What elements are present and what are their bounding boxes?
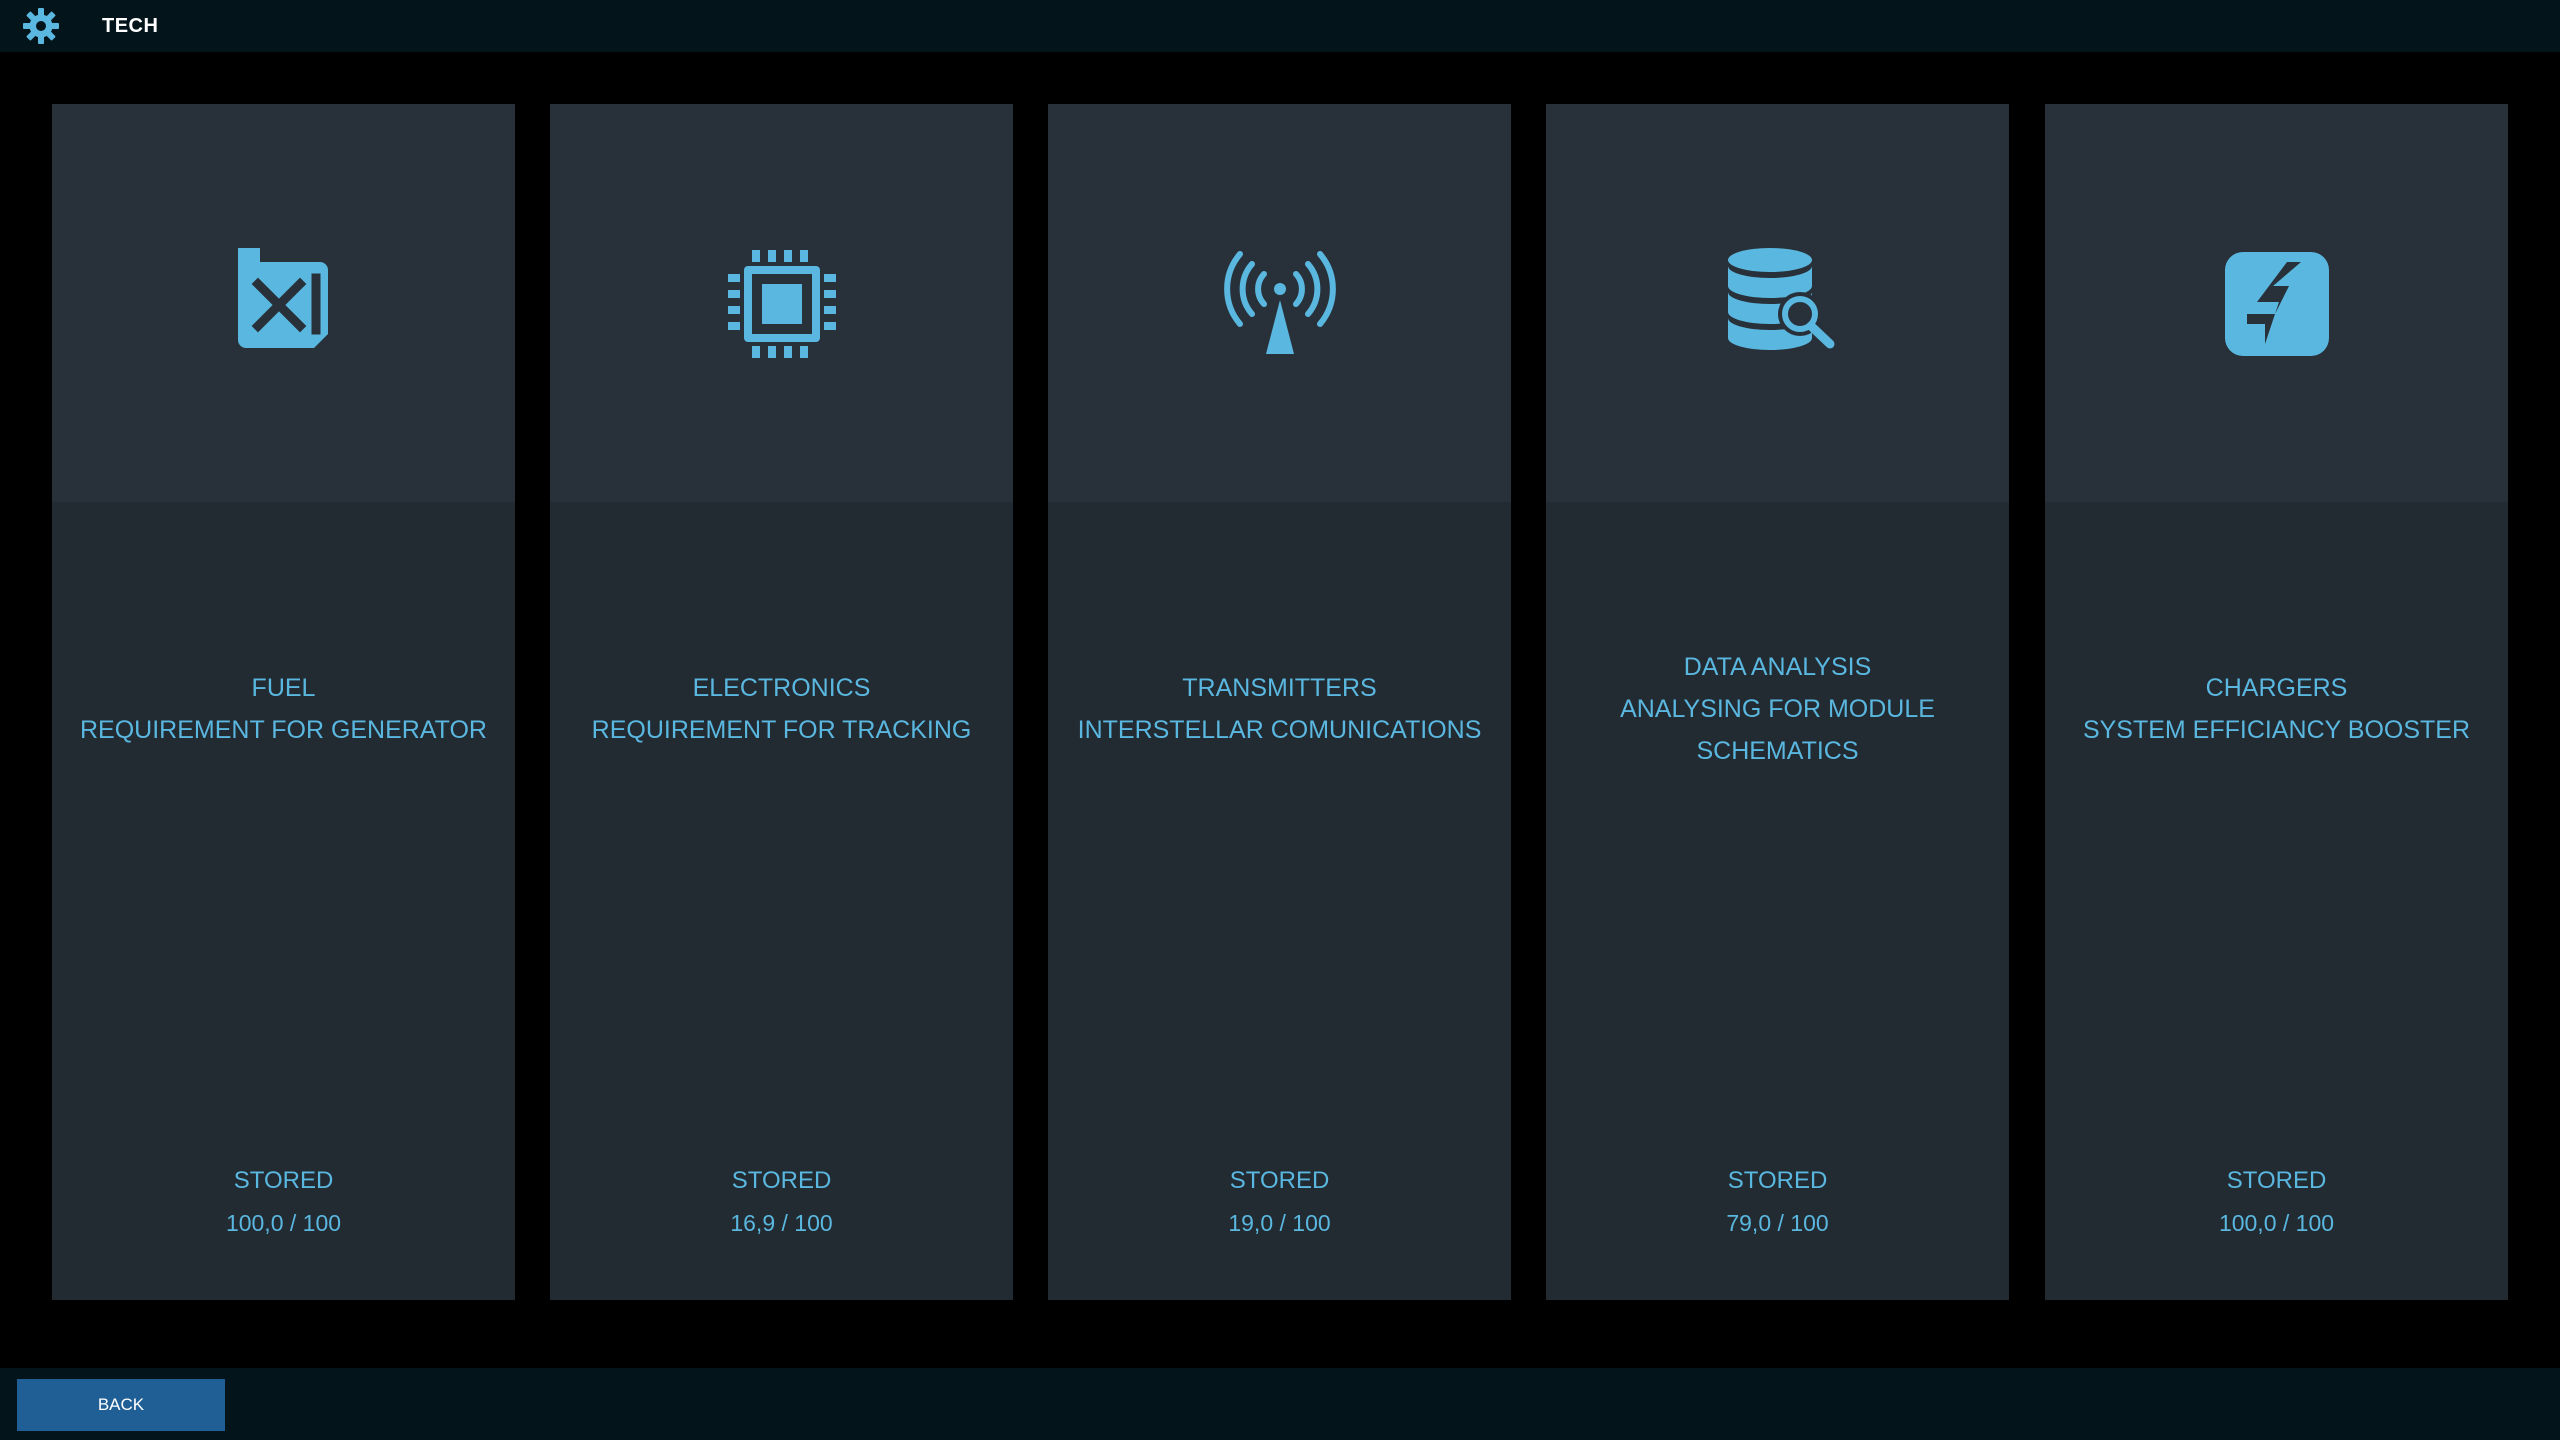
card-title: FUEL [251, 674, 316, 702]
card-icon-area [1546, 104, 2009, 502]
tech-card-transmitters[interactable]: TRANSMITTERS INTERSTELLAR COMUNICATIONS … [1048, 104, 1511, 1300]
card-label: ELECTRONICS REQUIREMENT FOR TRACKING [550, 604, 1013, 814]
bottom-bar: BACK [0, 1368, 2560, 1440]
card-subtitle: INTERSTELLAR COMUNICATIONS [1077, 716, 1482, 744]
stored-label: STORED [233, 1167, 334, 1194]
card-label: TRANSMITTERS INTERSTELLAR COMUNICATIONS [1048, 604, 1511, 814]
card-title: ELECTRONICS [692, 674, 871, 702]
fuel-can-icon [237, 248, 328, 348]
tech-card-data-analysis[interactable]: DATA ANALYSIS ANALYSING FOR MODULE SCHEM… [1546, 104, 2009, 1300]
stored-amount: 100,0 / 100 [2218, 1210, 2335, 1236]
chip-icon [727, 250, 836, 358]
top-bar: TECH [0, 0, 2560, 52]
database-search-icon [1727, 248, 1834, 350]
stored-label: STORED [731, 1167, 832, 1194]
stored-amount: 16,9 / 100 [730, 1210, 833, 1236]
tech-cards: FUEL REQUIREMENT FOR GENERATOR STORED 10… [52, 104, 2508, 1300]
card-subtitle: REQUIREMENT FOR GENERATOR [80, 716, 487, 744]
card-icon-area [52, 104, 515, 502]
antenna-icon [1223, 251, 1336, 354]
tech-card-fuel[interactable]: FUEL REQUIREMENT FOR GENERATOR STORED 10… [52, 104, 515, 1300]
card-subtitle: SYSTEM EFFICIANCY BOOSTER [2082, 716, 2471, 744]
tech-card-chargers[interactable]: CHARGERS SYSTEM EFFICIANCY BOOSTER STORE… [2045, 104, 2508, 1300]
card-title: DATA ANALYSIS [1683, 653, 1872, 681]
stored-amount: 19,0 / 100 [1228, 1210, 1331, 1236]
card-subtitle: ANALYSING FOR MODULE [1620, 695, 1935, 723]
gear-icon[interactable] [22, 7, 60, 45]
card-subtitle-2: SCHEMATICS [1696, 737, 1859, 765]
page-title: TECH [102, 14, 159, 37]
card-label: DATA ANALYSIS ANALYSING FOR MODULE SCHEM… [1546, 604, 2009, 814]
stored-label: STORED [2226, 1167, 2327, 1194]
card-label: FUEL REQUIREMENT FOR GENERATOR [52, 604, 515, 814]
card-icon-area [550, 104, 1013, 502]
tech-card-electronics[interactable]: ELECTRONICS REQUIREMENT FOR TRACKING STO… [550, 104, 1013, 1300]
charger-icon [2224, 252, 2329, 356]
card-title: CHARGERS [2205, 674, 2348, 702]
stored-amount: 79,0 / 100 [1726, 1210, 1829, 1236]
card-icon-area [2045, 104, 2508, 502]
stored-label: STORED [1229, 1167, 1330, 1194]
card-label: CHARGERS SYSTEM EFFICIANCY BOOSTER [2045, 604, 2508, 814]
card-subtitle: REQUIREMENT FOR TRACKING [591, 716, 972, 744]
card-icon-area [1048, 104, 1511, 502]
stored-label: STORED [1727, 1167, 1828, 1194]
card-title: TRANSMITTERS [1182, 674, 1377, 702]
stored-amount: 100,0 / 100 [225, 1210, 342, 1236]
back-button[interactable]: BACK [17, 1379, 225, 1431]
